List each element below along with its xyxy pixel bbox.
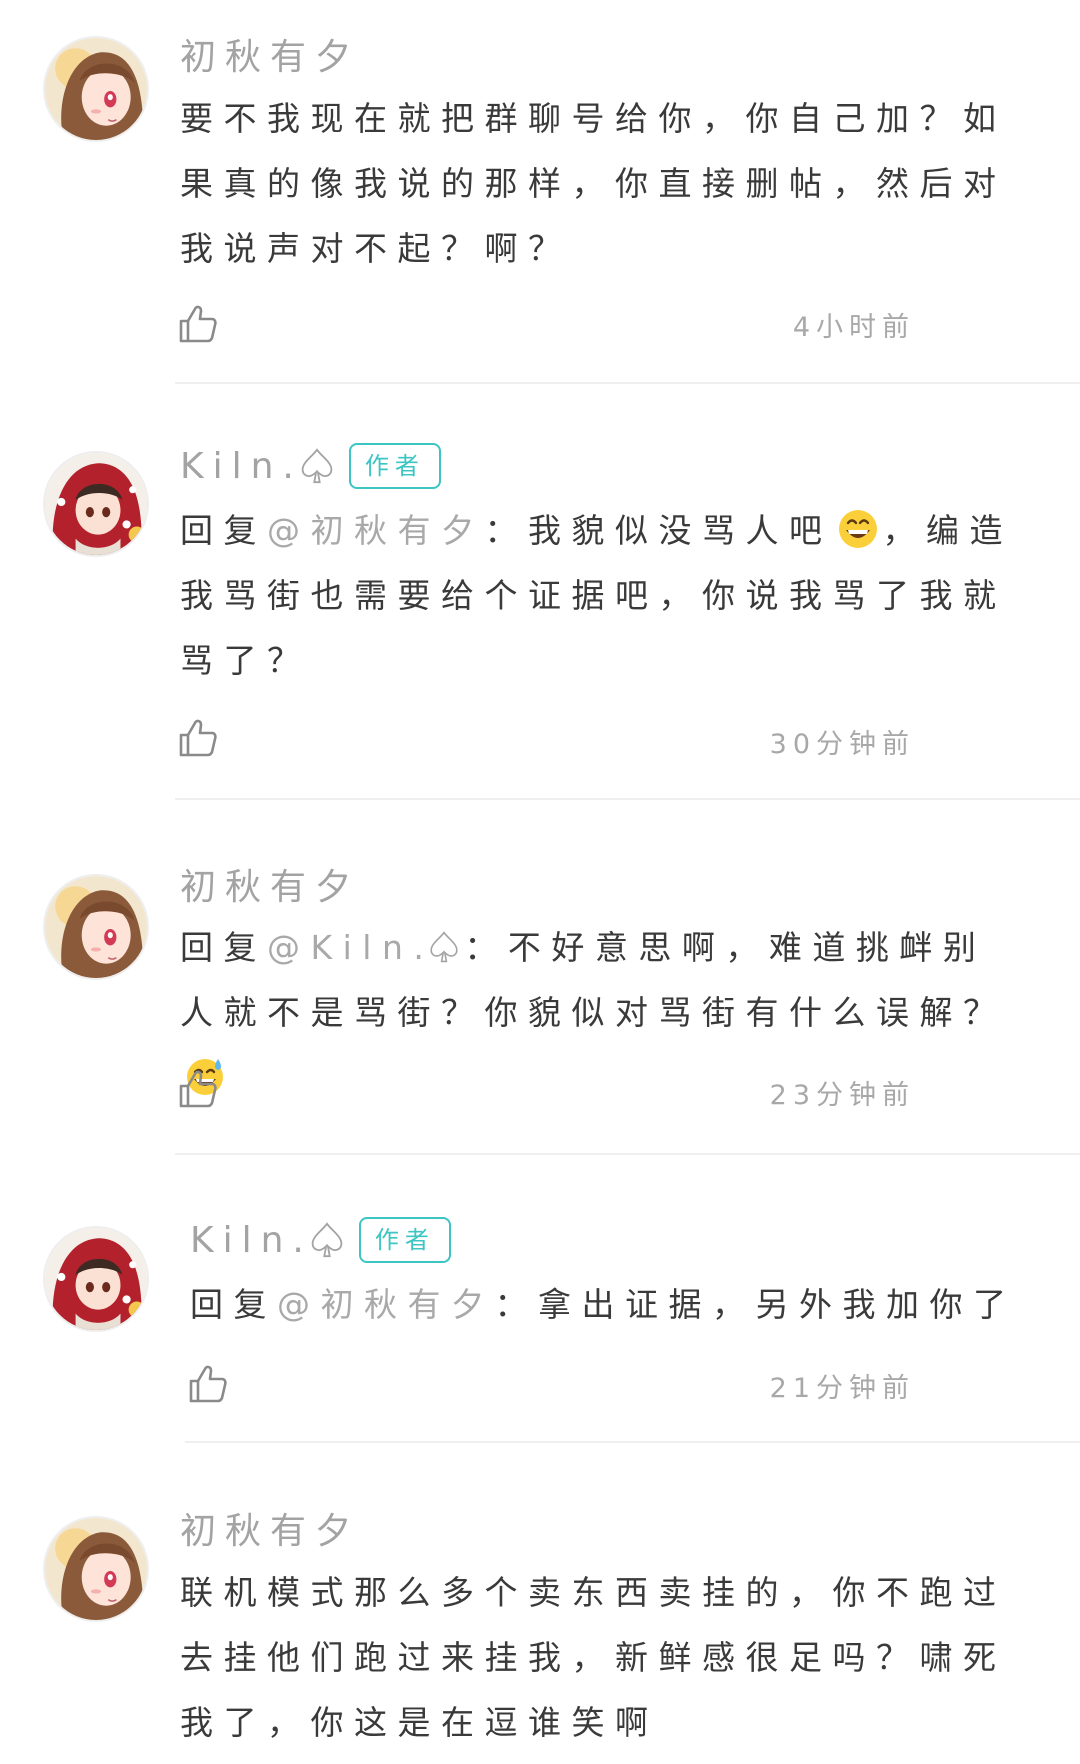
colon: ： (494, 1285, 538, 1324)
username[interactable]: Kiln. (190, 1220, 313, 1261)
reply-prefix: 回复 (180, 928, 267, 967)
author-badge: 作者 (348, 443, 441, 489)
comment-text: 回复@初秋有夕：我貌似没骂人吧 ，编造我骂街也需要给个证据吧，你说我骂了我就骂了？ (180, 498, 1025, 693)
username[interactable]: 初秋有夕 (180, 858, 360, 910)
comment-feed: 初秋有夕 要不我现在就把群聊号给你，你自己加？如果真的像我说的那样，你直接删帖，… (0, 0, 1080, 1764)
username[interactable]: 初秋有夕 (180, 28, 360, 80)
comment-text: 回复@初秋有夕：拿出证据，另外我加你了 (190, 1272, 1025, 1337)
thumbs-up-icon[interactable] (177, 303, 219, 345)
mention-link[interactable]: @初秋有夕 (277, 1285, 495, 1324)
author-badge: 作者 (358, 1217, 451, 1263)
comment-text: 联机模式那么多个卖东西卖挂的，你不跑过去挂他们跑过来挂我，新鲜感很足吗？啸死我了… (180, 1560, 1025, 1755)
colon: ： (464, 928, 508, 967)
timestamp: 23分钟前 (769, 1080, 915, 1111)
spade-icon (428, 929, 460, 965)
reply-prefix: 回复 (190, 1285, 277, 1324)
timestamp: 4小时前 (792, 312, 915, 343)
username-row: Kiln. 作者 (180, 440, 441, 492)
divider (175, 382, 1080, 384)
username-row: 初秋有夕 (180, 1502, 360, 1554)
avatar[interactable] (45, 38, 147, 140)
username[interactable]: Kiln. (180, 446, 303, 487)
avatar[interactable] (45, 453, 147, 555)
thumbs-up-icon[interactable] (177, 717, 219, 759)
comment-body: 联机模式那么多个卖东西卖挂的，你不跑过去挂他们跑过来挂我，新鲜感很足吗？啸死我了… (180, 1573, 1007, 1742)
mention-link[interactable]: @初秋有夕 (267, 511, 485, 550)
reply-prefix: 回复 (180, 511, 267, 550)
username-row: Kiln. 作者 (190, 1214, 451, 1266)
avatar[interactable] (45, 876, 147, 978)
divider (175, 798, 1080, 800)
timestamp: 30分钟前 (769, 729, 915, 760)
comment-body-part: 拿出证据，另外我加你了 (538, 1285, 1017, 1324)
thumbs-up-icon[interactable] (187, 1363, 229, 1405)
divider (185, 1441, 1080, 1443)
comment-body: 要不我现在就把群聊号给你，你自己加？如果真的像我说的那样，你直接删帖，然后对我说… (180, 99, 1007, 268)
timestamp: 21分钟前 (769, 1373, 915, 1404)
username-row: 初秋有夕 (180, 858, 360, 910)
grinning-face-emoji-icon (837, 508, 879, 550)
avatar[interactable] (45, 1228, 147, 1330)
divider (175, 1153, 1080, 1155)
username[interactable]: 初秋有夕 (180, 1502, 360, 1554)
comment-body-part: 我貌似没骂人吧 (528, 511, 833, 550)
username-row: 初秋有夕 (180, 28, 360, 80)
thumbs-up-icon[interactable] (177, 1068, 219, 1110)
spade-icon (309, 1220, 345, 1260)
comment-text: 要不我现在就把群聊号给你，你自己加？如果真的像我说的那样，你直接删帖，然后对我说… (180, 86, 1025, 281)
spade-icon (299, 446, 335, 486)
mention-link[interactable]: @Kiln. (267, 928, 434, 967)
colon: ： (484, 511, 528, 550)
avatar[interactable] (45, 1518, 147, 1620)
